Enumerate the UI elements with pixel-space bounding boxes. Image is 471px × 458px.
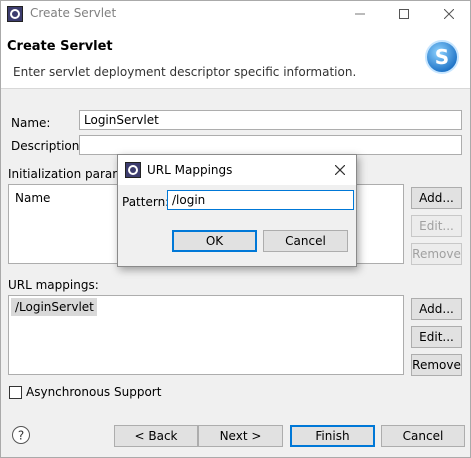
dialog-title-bar: URL Mappings [118, 155, 356, 185]
close-icon [335, 165, 345, 175]
eclipse-app-icon [7, 6, 23, 22]
init-params-label: Initialization parame [8, 167, 132, 181]
help-icon[interactable]: ? [11, 425, 31, 445]
close-icon [444, 9, 454, 19]
page-title: Create Servlet [7, 39, 113, 54]
dialog-app-icon [125, 162, 141, 178]
maximize-button[interactable] [381, 1, 427, 27]
servlet-logo-icon: S [424, 39, 460, 75]
finish-button[interactable]: Finish [290, 425, 375, 447]
dialog-title: URL Mappings [147, 163, 233, 177]
name-field[interactable]: LoginServlet [79, 110, 462, 130]
svg-text:?: ? [18, 429, 24, 443]
url-mappings-dialog: URL Mappings Pattern: /login OK Cancel [117, 154, 357, 267]
maximize-icon [399, 9, 409, 19]
name-label: Name: [11, 116, 51, 130]
pattern-label: Pattern: [122, 195, 170, 209]
description-field[interactable] [79, 135, 462, 155]
minimize-button[interactable] [337, 1, 383, 27]
next-button[interactable]: Next > [198, 425, 283, 447]
dialog-cancel-button[interactable]: Cancel [263, 230, 348, 252]
init-add-button[interactable]: Add... [411, 187, 462, 209]
pattern-input[interactable]: /login [167, 190, 354, 210]
dialog-close-button[interactable] [331, 161, 349, 179]
async-support-checkbox[interactable] [9, 386, 22, 399]
init-params-name-column: Name [15, 191, 51, 205]
url-mapping-item[interactable]: /LoginServlet [11, 298, 97, 316]
page-description: Enter servlet deployment descriptor spec… [13, 65, 357, 79]
url-edit-button[interactable]: Edit... [411, 326, 462, 348]
url-mappings-label: URL mappings: [8, 278, 99, 292]
dialog-ok-button[interactable]: OK [172, 230, 257, 252]
description-label: Description: [11, 139, 84, 153]
init-edit-button[interactable]: Edit... [411, 215, 462, 237]
create-servlet-window: Create Servlet Create Servlet Enter serv… [0, 0, 471, 458]
init-remove-button[interactable]: Remove [411, 243, 462, 265]
url-remove-button[interactable]: Remove [411, 354, 462, 376]
back-button[interactable]: < Back [114, 425, 198, 447]
minimize-icon [355, 13, 365, 15]
title-bar: Create Servlet [1, 1, 470, 27]
window-title: Create Servlet [30, 6, 117, 20]
cancel-button[interactable]: Cancel [381, 425, 465, 447]
async-support-label: Asynchronous Support [26, 385, 162, 399]
header-banner: Create Servlet Enter servlet deployment … [1, 27, 470, 89]
url-add-button[interactable]: Add... [411, 298, 462, 320]
svg-text:S: S [435, 45, 449, 69]
url-mappings-list[interactable]: /LoginServlet [8, 295, 404, 375]
close-button[interactable] [426, 1, 471, 27]
